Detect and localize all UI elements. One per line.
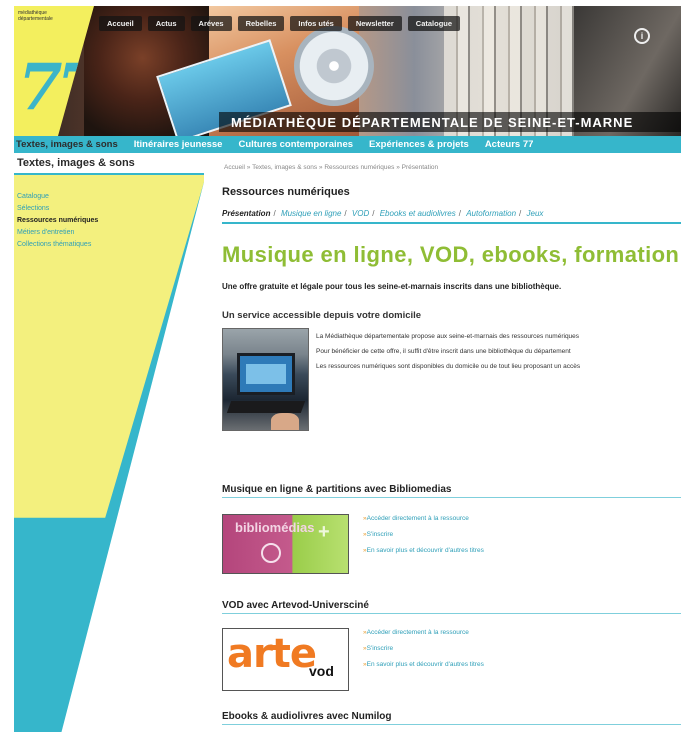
link-learn-more[interactable]: En savoir plus et découvrir d'autres tit… [363,657,484,673]
main-nav: Textes, images & sons Itinéraires jeunes… [14,136,681,153]
sidebar-heading: Textes, images & sons [17,157,135,169]
tab-separator: / [519,209,522,218]
paragraph: Les ressources numériques sont disponibl… [316,363,581,370]
sidebar-heading-bar: Textes, images & sons [14,153,204,175]
banner-title: MÉDIATHÈQUE DÉPARTEMENTALE DE SEINE-ET-M… [219,112,681,132]
tab-separator: / [273,209,276,218]
tab-separator: / [458,209,461,218]
subheading: Un service accessible depuis votre domic… [222,310,422,321]
link-signup[interactable]: S'inscrire [363,527,484,543]
tab-separator: / [344,209,347,218]
site-banner: médiathèque départementale 77 Accueil Ac… [14,6,681,136]
tab-vod[interactable]: VOD [352,209,369,218]
top-nav-newsletter[interactable]: Newsletter [347,16,402,31]
sidebar-item-metiers[interactable]: Métiers d'entretien [17,227,98,239]
sidebar-item-collections[interactable]: Collections thématiques [17,239,98,251]
sidebar: Textes, images & sons Catalogue Sélectio… [14,153,204,732]
link-signup[interactable]: S'inscrire [363,641,484,657]
bibliomedias-logo-text: bibliomédias [235,520,315,535]
lead-text: Une offre gratuite et légale pour tous l… [222,282,562,291]
main-content: Accueil » Textes, images & sons » Ressou… [222,153,681,732]
top-nav-accueil[interactable]: Accueil [99,16,142,31]
sidebar-item-catalogue[interactable]: Catalogue [17,191,98,203]
tab-autoformation[interactable]: Autoformation [466,209,516,218]
main-nav-jeunesse[interactable]: Itinéraires jeunesse [126,139,231,150]
paragraph: La Médiathèque départementale propose au… [316,333,580,340]
site-logo[interactable]: médiathèque départementale 77 [14,6,94,136]
tab-separator: / [372,209,375,218]
page-title: Musique en ligne, VOD, ebooks, formation [222,242,680,267]
main-nav-cultures[interactable]: Cultures contemporaines [230,139,361,150]
tab-musique[interactable]: Musique en ligne [281,209,341,218]
link-access-resource[interactable]: Accéder directement à la ressource [363,625,484,641]
sidebar-menu: Catalogue Sélections Ressources numériqu… [17,191,98,251]
hand-shape [271,413,299,430]
sidebar-heading-rule [14,173,204,175]
link-learn-more[interactable]: En savoir plus et découvrir d'autres tit… [363,543,484,559]
bibliomedias-logo[interactable]: bibliomédias + [222,514,349,574]
info-icon: i [634,28,650,44]
section-title: Ressources numériques [222,186,350,198]
tab-presentation[interactable]: Présentation [222,209,270,218]
intro-paragraphs: La Médiathèque départementale propose au… [316,332,681,377]
main-nav-acteurs[interactable]: Acteurs 77 [477,139,542,150]
logo-small-text: médiathèque départementale [18,10,53,22]
arte-logo-text: arte [227,631,317,677]
bibliomedias-links: Accéder directement à la ressource S'ins… [363,511,484,559]
top-nav-catalogue[interactable]: Catalogue [407,16,461,31]
resource-title-bibliomedias: Musique en ligne & partitions avec Bibli… [222,484,681,498]
artevod-links: Accéder directement à la ressource S'ins… [363,625,484,673]
computer-photo [222,328,309,431]
top-nav: Accueil Actus Aréves Rebelles Infos utés… [99,16,461,31]
top-nav-areves[interactable]: Aréves [190,16,232,31]
keyboard-shape [226,401,306,413]
monitor-shape [237,353,295,395]
paragraph: Pour bénéficier de cette offre, il suffi… [316,348,571,355]
artevod-logo[interactable]: arte vod [222,628,349,691]
sidebar-item-selections[interactable]: Sélections [17,203,98,215]
resource-title-artevod: VOD avec Artevod-Universciné [222,600,681,614]
main-nav-experiences[interactable]: Expériences & projets [361,139,477,150]
top-nav-actus[interactable]: Actus [147,16,185,31]
link-access-resource[interactable]: Accéder directement à la ressource [363,511,484,527]
top-nav-infos[interactable]: Infos utés [290,16,342,31]
tab-ebooks[interactable]: Ebooks et audiolivres [380,209,456,218]
vod-logo-text: vod [309,663,334,679]
sidebar-item-ressources[interactable]: Ressources numériques [17,215,98,227]
music-note-icon [261,543,281,563]
breadcrumb[interactable]: Accueil » Textes, images & sons » Ressou… [224,164,438,171]
resource-title-numilog: Ebooks & audiolivres avec Numilog [222,711,681,725]
tab-jeux[interactable]: Jeux [527,209,544,218]
top-nav-rebelles[interactable]: Rebelles [237,16,285,31]
sub-tabs: Présentation / Musique en ligne / VOD / Ebo… [222,209,681,224]
plus-icon: + [318,521,330,543]
banner-photo-cd [294,26,374,106]
main-nav-textes[interactable]: Textes, images & sons [14,139,126,150]
